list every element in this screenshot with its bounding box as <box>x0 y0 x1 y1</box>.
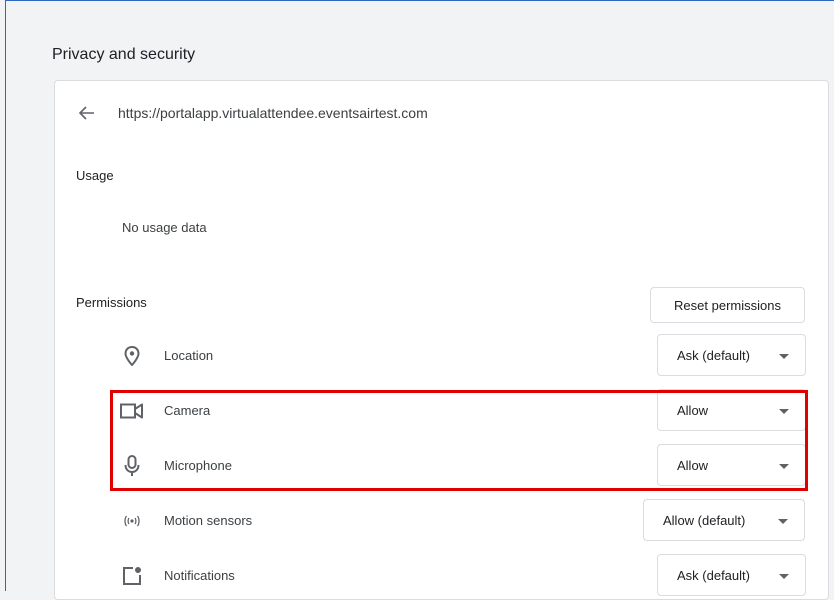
permission-row-motion-sensors: Motion sensors Allow (default) <box>110 499 810 543</box>
microphone-icon <box>120 455 144 476</box>
motion-sensors-permission-select[interactable]: Allow (default) <box>643 499 805 541</box>
location-permission-value: Ask (default) <box>677 348 750 363</box>
permission-label-location: Location <box>164 348 214 363</box>
section-title: Privacy and security <box>52 46 196 63</box>
microphone-permission-select[interactable]: Allow <box>657 444 806 486</box>
permission-label-microphone: Microphone <box>164 458 232 473</box>
permission-row-location: Location Ask (default) <box>110 334 810 378</box>
camera-icon <box>120 401 144 421</box>
chevron-down-icon <box>778 519 788 524</box>
permission-row-notifications: Notifications Ask (default) <box>110 554 810 598</box>
notifications-permission-select[interactable]: Ask (default) <box>657 554 806 596</box>
notifications-permission-value: Ask (default) <box>677 568 750 583</box>
permissions-heading: Permissions <box>76 295 147 310</box>
chevron-down-icon <box>779 574 789 579</box>
permission-row-microphone: Microphone Allow <box>110 444 810 488</box>
camera-permission-select[interactable]: Allow <box>657 389 806 431</box>
permission-label-camera: Camera <box>164 403 211 418</box>
permission-label-motion-sensors: Motion sensors <box>164 513 253 528</box>
microphone-permission-value: Allow <box>677 458 709 473</box>
site-url: https://portalapp.virtualattendee.events… <box>118 105 428 121</box>
usage-heading: Usage <box>76 168 114 183</box>
notification-icon <box>120 566 144 586</box>
chevron-down-icon <box>779 354 789 359</box>
usage-value: No usage data <box>122 220 207 235</box>
chevron-down-icon <box>779 409 789 414</box>
location-pin-icon <box>120 346 144 366</box>
permission-row-camera: Camera Allow <box>110 389 810 433</box>
back-arrow-icon[interactable] <box>78 104 96 122</box>
camera-permission-value: Allow <box>677 403 709 418</box>
chevron-down-icon <box>779 464 789 469</box>
location-permission-select[interactable]: Ask (default) <box>657 334 806 376</box>
permission-label-notifications: Notifications <box>164 568 235 583</box>
motion-sensors-permission-value: Allow (default) <box>663 513 746 528</box>
reset-permissions-button[interactable]: Reset permissions <box>650 287 805 323</box>
motion-sensor-icon <box>120 511 144 531</box>
